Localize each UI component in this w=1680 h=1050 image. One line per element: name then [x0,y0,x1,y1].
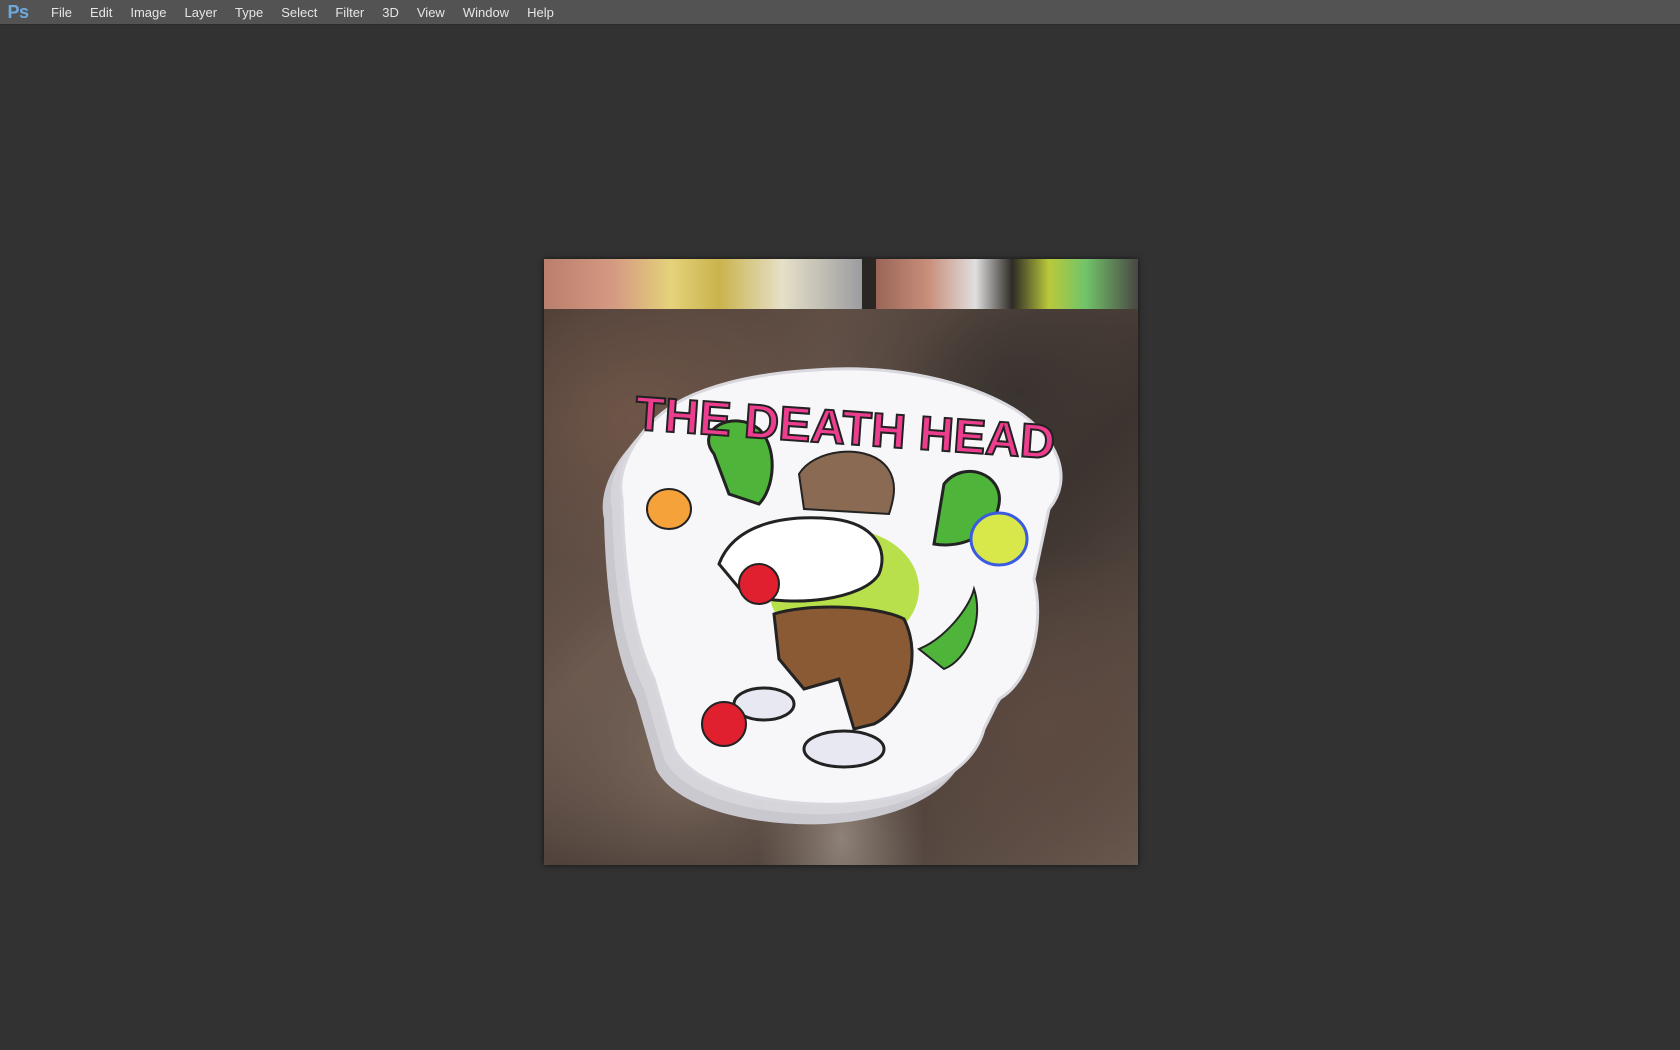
menu-edit[interactable]: Edit [81,0,121,25]
menu-filter[interactable]: Filter [326,0,373,25]
menu-3d[interactable]: 3D [373,0,408,25]
menu-file[interactable]: File [42,0,81,25]
menu-select[interactable]: Select [272,0,326,25]
photoshop-logo-icon: Ps [7,1,29,22]
fish-yellow [969,511,1029,567]
menu-layer[interactable]: Layer [176,0,227,25]
fish-red-medium [738,563,780,605]
character-hair [797,450,895,516]
fish-red-small [701,701,747,747]
menu-bar: Ps File Edit Image Layer Type Select Fil… [0,0,1680,25]
menu-help[interactable]: Help [518,0,563,25]
menu-type[interactable]: Type [226,0,272,25]
sticker-illustration: THE DEATH HEAD [602,367,1063,825]
workspace[interactable]: THE DEATH HEAD [0,25,1680,1050]
menu-view[interactable]: View [408,0,454,25]
menu-image[interactable]: Image [121,0,175,25]
document-canvas[interactable]: THE DEATH HEAD [544,259,1138,865]
shoe-right [802,729,886,769]
menu-items: File Edit Image Layer Type Select Filter… [42,0,563,25]
character-orange-small [646,488,692,530]
menu-window[interactable]: Window [454,0,518,25]
